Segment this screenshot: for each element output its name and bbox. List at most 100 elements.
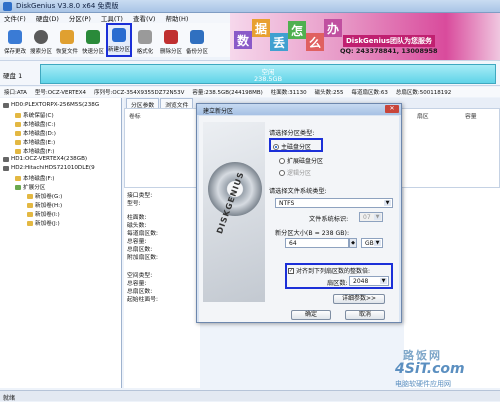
info-heads: 磁头数:255	[314, 90, 344, 96]
format-icon	[138, 30, 152, 44]
checkbox-checked-icon: ✓	[288, 267, 294, 274]
banner-char: 丢	[270, 33, 288, 51]
filesystem-id-select[interactable]: 07 ▼	[359, 212, 383, 222]
backup-partition-button[interactable]: 备份分区	[184, 23, 210, 57]
tree-item[interactable]: 本地磁盘(F:)	[15, 174, 54, 182]
delete-partition-button[interactable]: 删除分区	[158, 23, 184, 57]
partition-icon	[15, 139, 21, 145]
disk-icon	[3, 165, 9, 171]
menu-help[interactable]: 帮助(H)	[165, 13, 188, 23]
recover-files-button[interactable]: 恢复文件	[54, 23, 80, 57]
radio-dot	[273, 143, 279, 150]
banner-char: 据	[252, 19, 270, 37]
menu-view[interactable]: 查看(V)	[133, 13, 156, 23]
tree-item[interactable]: HD2:HitachiHDS721010DLE(9	[3, 165, 95, 171]
quick-partition-icon	[86, 30, 100, 44]
chevron-down-icon: ▼	[380, 278, 387, 284]
size-spinner[interactable]: ◆	[349, 238, 357, 248]
close-button[interactable]: ✕	[385, 105, 399, 113]
watermark-line2: 4SiT.com	[395, 361, 465, 377]
disk-label: 硬盘 1	[3, 72, 23, 80]
chevron-down-icon: ▼	[374, 214, 381, 220]
align-sectors-label: 扇区数:	[327, 280, 348, 287]
partition-size-input[interactable]: 64	[285, 238, 349, 248]
save-changes-button[interactable]: 保存更改	[2, 23, 28, 57]
partition-size-label: 新分区大小(B = 238 GB):	[275, 230, 350, 237]
tree-item[interactable]: HD1:OCZ-VERTEX4(238GB)	[3, 156, 87, 162]
advanced-params-button[interactable]: 详细参数>>	[333, 294, 385, 304]
column-header-label: 卷标	[129, 114, 141, 120]
tree-item[interactable]: 系统保留(C)	[15, 111, 54, 119]
hard-drive-illustration: DISKGENIUS	[203, 122, 265, 302]
align-sectors-select[interactable]: 2048 ▼	[349, 276, 389, 286]
search-partition-button[interactable]: 搜索分区	[28, 23, 54, 57]
site-watermark: 路饭网 4SiT.com 电脑软硬件应用网	[395, 345, 500, 390]
filesystem-id-label: 文件系统标识:	[309, 216, 349, 223]
partition-icon	[15, 121, 21, 127]
column-header-capacity: 容量	[465, 114, 477, 120]
status-bar: 就绪	[0, 390, 500, 402]
ok-button[interactable]: 确定	[291, 310, 331, 320]
disk-info-line: 接口:ATA 型号:OCZ-VERTEX4 序列号:OCZ-354X9355DZ…	[0, 87, 500, 97]
menu-tools[interactable]: 工具(T)	[101, 13, 123, 23]
radio-extended-partition[interactable]: 扩展磁盘分区	[279, 156, 323, 165]
new-partition-button[interactable]: 新建分区	[106, 23, 132, 57]
quick-partition-button[interactable]: 快速分区	[80, 23, 106, 57]
size-unit-select[interactable]: GB ▼	[361, 238, 383, 248]
new-partition-dialog: 建立新分区 ✕ DISKGENIUS 请选择分区类型: 主磁盘分区 扩展磁盘分区…	[196, 103, 402, 323]
tree-item[interactable]: 新加卷(J:)	[27, 219, 60, 227]
tree-item[interactable]: 新加卷(I:)	[27, 210, 60, 218]
details-pane: 接口类型: 型号: 柱面数: 磁头数: 每道扇区数: 总容量: 总扇区数: 附加…	[124, 188, 200, 388]
partition-icon	[27, 220, 33, 226]
align-checkbox[interactable]: ✓ 对齐到下列扇区数的整数倍:	[288, 266, 370, 275]
radio-dot	[279, 169, 285, 176]
tree-item[interactable]: HD0:PLEXTORPX-256M5S(238G	[3, 102, 99, 108]
radio-primary-partition[interactable]: 主磁盘分区	[273, 142, 311, 151]
info-serial: 序列号:OCZ-354X9355DZ72N53V	[94, 90, 185, 96]
tree-item[interactable]: 扩展分区	[15, 183, 45, 191]
tree-item[interactable]: 本地磁盘(C:)	[15, 120, 56, 128]
banner-char: 办	[324, 19, 342, 37]
delete-icon	[164, 30, 178, 44]
ad-banner[interactable]: 数 据 丢 怎 么 办 DiskGenius团队为您服务 QQ: 2433788…	[230, 13, 500, 60]
partition-icon	[27, 202, 33, 208]
partition-icon	[15, 130, 21, 136]
disk-tree: HD0:PLEXTORPX-256M5S(238G 系统保留(C) 本地磁盘(C…	[0, 98, 122, 388]
toolbar: 保存更改 搜索分区 恢复文件 快速分区 新建分区 格式化 删除分区 备份分区	[0, 23, 230, 57]
filesystem-type-label: 请选择文件系统类型:	[269, 188, 327, 195]
partition-icon	[15, 175, 21, 181]
info-total: 总扇区数:500118192	[395, 90, 452, 96]
tab-partition-params[interactable]: 分区参数	[126, 98, 160, 109]
info-model: 型号:OCZ-VERTEX4	[34, 90, 87, 96]
tab-browse-files[interactable]: 浏览文件	[160, 98, 194, 109]
banner-contact: QQ: 243378841, 13008958	[340, 47, 438, 55]
detail-label: 附加扇区数:	[127, 255, 158, 261]
search-icon	[34, 30, 48, 44]
tree-item[interactable]: 新加卷(G:)	[27, 192, 62, 200]
filesystem-select[interactable]: NTFS ▼	[275, 198, 393, 208]
tree-item[interactable]: 本地磁盘(E:)	[15, 138, 55, 146]
format-button[interactable]: 格式化	[132, 23, 158, 57]
dialog-body: DISKGENIUS 请选择分区类型: 主磁盘分区 扩展磁盘分区 逻辑分区 请选…	[199, 116, 399, 322]
chevron-down-icon: ▼	[384, 200, 391, 206]
banner-char: 数	[234, 31, 252, 49]
disk-icon	[3, 156, 9, 162]
menu-disk[interactable]: 硬盘(D)	[36, 13, 59, 23]
tree-item[interactable]: 新加卷(H:)	[27, 201, 62, 209]
disk-map: 硬盘 1 空闲 238.5GB	[0, 60, 500, 86]
menu-file[interactable]: 文件(F)	[4, 13, 26, 23]
tree-item[interactable]: 本地磁盘(F:)	[15, 147, 54, 155]
app-icon	[3, 2, 12, 11]
info-capacity: 容量:238.5GB(244198MB)	[192, 90, 263, 96]
free-space-bar[interactable]: 空闲 238.5GB	[40, 64, 496, 84]
partition-icon	[15, 112, 21, 118]
radio-logical-partition[interactable]: 逻辑分区	[279, 168, 311, 177]
watermark-line3: 电脑软硬件应用网	[395, 380, 451, 388]
backup-icon	[190, 30, 204, 44]
tree-item[interactable]: 本地磁盘(D:)	[15, 129, 56, 137]
banner-brand: DiskGenius团队为您服务	[343, 35, 436, 47]
cancel-button[interactable]: 取消	[345, 310, 385, 320]
menu-partition[interactable]: 分区(P)	[69, 13, 91, 23]
disk-icon	[3, 102, 9, 108]
partition-icon	[15, 184, 21, 190]
